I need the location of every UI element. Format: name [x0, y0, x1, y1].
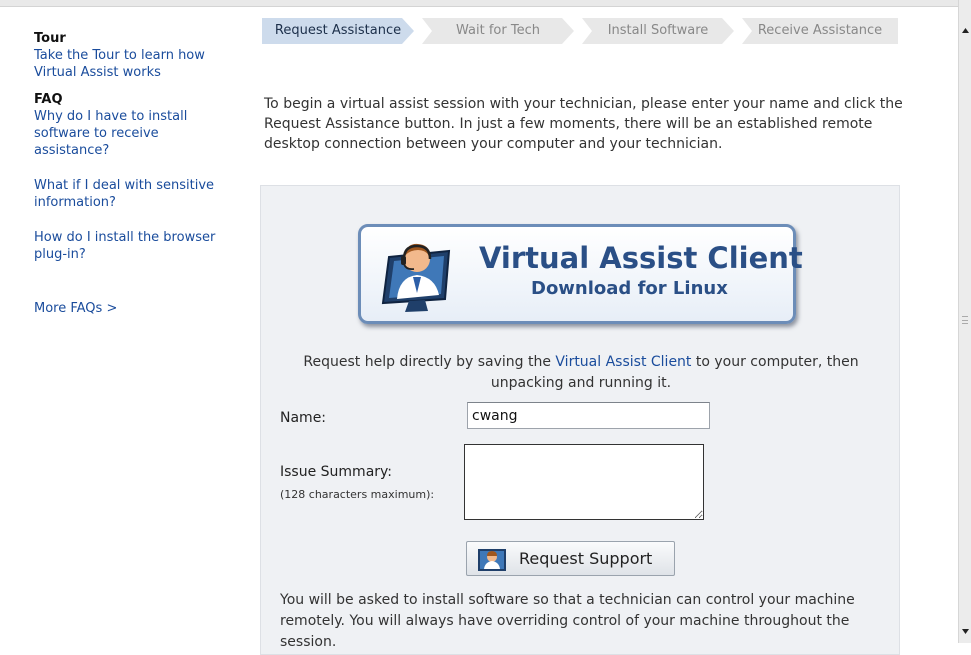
step-wait-for-tech: Wait for Tech	[422, 18, 574, 44]
help-text: Request help directly by saving the Virt…	[303, 354, 859, 391]
faq-heading: FAQ	[34, 92, 63, 107]
step-receive-assistance: Receive Assistance	[742, 18, 898, 44]
install-note: You will be asked to install software so…	[280, 592, 855, 650]
vertical-scrollbar[interactable]	[958, 0, 971, 643]
virtual-assist-client-link[interactable]: Virtual Assist Client	[555, 354, 691, 370]
tour-link[interactable]: Take the Tour to learn how Virtual Assis…	[34, 47, 234, 81]
issue-summary-input[interactable]	[464, 444, 704, 520]
intro-text: To begin a virtual assist session with y…	[264, 96, 903, 152]
name-label: Name:	[280, 410, 327, 426]
step-install-software: Install Software	[582, 18, 734, 44]
step-request-assistance: Request Assistance	[262, 18, 414, 44]
name-input[interactable]	[467, 402, 710, 429]
request-panel: Virtual Assist Client Download for Linux…	[260, 185, 900, 655]
issue-summary-hint: (128 characters maximum):	[280, 488, 435, 501]
faq-section: FAQ Why do I have to install software to…	[34, 91, 234, 263]
faq-link-sensitive-info[interactable]: What if I deal with sensitive informatio…	[34, 177, 234, 211]
download-title: Virtual Assist Client	[479, 241, 803, 275]
scroll-up-arrow-icon[interactable]	[961, 26, 970, 35]
download-client-button[interactable]: Virtual Assist Client Download for Linux	[358, 224, 803, 324]
tour-section: Tour Take the Tour to learn how Virtual …	[34, 30, 234, 81]
scrollbar-grip[interactable]	[962, 316, 968, 324]
sidebar: Tour Take the Tour to learn how Virtual …	[34, 30, 234, 317]
technician-icon	[478, 549, 506, 571]
top-border	[0, 0, 958, 7]
faq-link-install-software[interactable]: Why do I have to install software to rec…	[34, 108, 234, 159]
faq-link-browser-plugin[interactable]: How do I install the browser plug-in?	[34, 229, 234, 263]
more-faqs-link[interactable]: More FAQs >	[34, 300, 234, 317]
request-support-button[interactable]: Request Support	[466, 541, 675, 576]
scroll-down-arrow-icon[interactable]	[961, 627, 970, 636]
tour-heading: Tour	[34, 31, 66, 46]
technician-headset-icon	[381, 243, 451, 312]
download-subtitle: Download for Linux	[531, 278, 728, 299]
progress-steps: Request Assistance Wait for Tech Install…	[262, 18, 902, 44]
request-support-label: Request Support	[519, 549, 653, 568]
issue-summary-label: Issue Summary:	[280, 464, 393, 480]
